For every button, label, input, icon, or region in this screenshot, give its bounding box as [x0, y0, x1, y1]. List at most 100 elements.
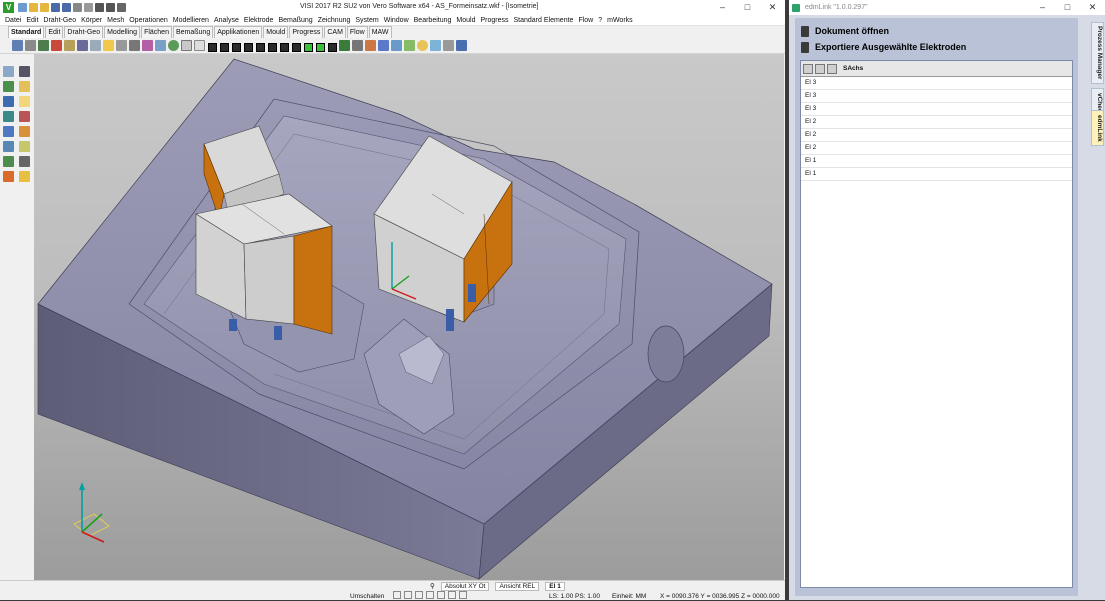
history-icon[interactable] [117, 3, 126, 12]
tab-flaechen[interactable]: Flächen [141, 26, 172, 38]
image-icon[interactable] [391, 40, 402, 51]
maximize-icon[interactable]: □ [735, 0, 760, 15]
tab-bemassung[interactable]: Bemaßung [172, 26, 214, 38]
menu-mworks[interactable]: mWorks [606, 15, 637, 25]
solid-cylinder-icon[interactable] [116, 40, 127, 51]
table-row[interactable]: El 2 [801, 116, 1072, 129]
zoom-icon[interactable] [181, 40, 192, 51]
tab-cam[interactable]: CAM [324, 26, 346, 38]
tab-flow[interactable]: Flow [346, 26, 368, 38]
view-iso2-icon[interactable] [291, 41, 301, 52]
print-icon[interactable] [73, 3, 82, 12]
stack-icon[interactable] [77, 40, 88, 51]
table-row[interactable]: El 2 [801, 129, 1072, 142]
coord-mode[interactable]: Absolut XY Ot [440, 581, 490, 591]
menu-system[interactable]: System [354, 15, 382, 25]
menu-datei[interactable]: Datei [4, 15, 25, 25]
tab-edmlink[interactable]: edmLink [1091, 110, 1104, 146]
picture-icon[interactable] [430, 40, 441, 51]
grid-toggle-icon[interactable] [415, 591, 423, 599]
menu-flow[interactable]: Flow [577, 15, 597, 25]
view-back-icon[interactable] [219, 41, 229, 52]
menu-operationen[interactable]: Operationen [128, 15, 172, 25]
edm-maximize-icon[interactable]: □ [1055, 0, 1080, 15]
group-icon[interactable] [142, 40, 153, 51]
menu-draht-geo[interactable]: Draht-Geo [42, 15, 80, 25]
options-icon[interactable] [404, 40, 415, 51]
table-row[interactable]: El 3 [801, 90, 1072, 103]
search-icon[interactable]: ⚲ [430, 582, 435, 590]
save-as-icon[interactable] [62, 3, 71, 12]
view-right-icon[interactable] [243, 41, 253, 52]
menu-analyse[interactable]: Analyse [213, 15, 243, 25]
close-icon[interactable]: ✕ [760, 0, 785, 15]
menu-modellieren[interactable]: Modellieren [172, 15, 213, 25]
tool-move-icon[interactable] [3, 111, 14, 122]
save-icon[interactable] [51, 3, 60, 12]
grid-icon[interactable] [194, 40, 205, 51]
tab-progress[interactable]: Progress [289, 26, 324, 38]
open-document-button[interactable]: Dokument öffnen [801, 24, 889, 38]
tab-modelling[interactable]: Modelling [104, 26, 141, 38]
tab-applikationen[interactable]: Applikationen [214, 26, 263, 38]
layer-toggle-icon[interactable] [448, 591, 456, 599]
tab-mould[interactable]: Mould [263, 26, 289, 38]
menu-zeichnung[interactable]: Zeichnung [317, 15, 355, 25]
view-top-icon[interactable] [255, 41, 265, 52]
undo-icon[interactable] [95, 3, 104, 12]
menu-mould[interactable]: Mould [455, 15, 479, 25]
open-folder-icon[interactable] [29, 3, 38, 12]
sheet-icon[interactable] [90, 40, 101, 51]
menu-elektrode[interactable]: Elektrode [243, 15, 278, 25]
tool-tree-icon[interactable] [3, 156, 14, 167]
filter-icon[interactable] [25, 40, 36, 51]
tool-copy-icon[interactable] [19, 141, 30, 152]
tab-prozess-manager[interactable]: Prozess Manager [1091, 22, 1104, 84]
axis-icon[interactable] [339, 40, 350, 51]
menu-koerper[interactable]: Körper [80, 15, 106, 25]
table-row[interactable]: El 1 [801, 168, 1072, 181]
minimize-icon[interactable]: – [710, 0, 735, 15]
export-electrodes-button[interactable]: Exportiere Ausgewählte Elektroden [801, 40, 966, 54]
tool-line-icon[interactable] [3, 66, 14, 77]
table-row[interactable]: El 1 [801, 155, 1072, 168]
column-sachs[interactable]: SAchs [843, 65, 863, 72]
menu-mesh[interactable]: Mesh [106, 15, 128, 25]
current-layer[interactable]: El 1 [545, 581, 565, 591]
tab-draht-geo[interactable]: Draht-Geo [64, 26, 104, 38]
tab-maw[interactable]: MAW [368, 26, 392, 38]
menu-bemassung[interactable]: Bemaßung [277, 15, 316, 25]
tool-rotate-icon[interactable] [3, 141, 14, 152]
menu-help[interactable]: ? [597, 15, 606, 25]
pick-icon[interactable] [437, 591, 445, 599]
tool-frame-icon[interactable] [19, 156, 30, 167]
snap-icon[interactable] [393, 591, 401, 599]
cylinder-icon[interactable] [64, 40, 75, 51]
edm-close-icon[interactable]: ✕ [1080, 0, 1105, 15]
menu-window[interactable]: Window [383, 15, 413, 25]
menu-progress[interactable]: Progress [479, 15, 512, 25]
header-refresh-icon[interactable] [827, 63, 837, 74]
3d-viewport[interactable] [34, 54, 784, 580]
table-row[interactable]: El 3 [801, 103, 1072, 116]
menu-edit[interactable]: Edit [25, 15, 42, 25]
tab-standard[interactable]: Standard [8, 26, 45, 38]
tool-paint-icon[interactable] [19, 126, 30, 137]
tab-edit[interactable]: Edit [45, 26, 64, 38]
view-bottom-icon[interactable] [267, 41, 277, 52]
palette-icon[interactable] [155, 40, 166, 51]
measure-icon[interactable] [352, 40, 363, 51]
wireframe-icon[interactable] [327, 41, 337, 52]
view-mode[interactable]: Ansicht REL [495, 581, 540, 591]
render-icon[interactable] [378, 40, 389, 51]
view-iso-icon[interactable] [279, 41, 289, 52]
globe-icon[interactable] [168, 40, 179, 51]
open-recent-icon[interactable] [40, 3, 49, 12]
tool-solid-icon[interactable] [3, 126, 14, 137]
tool-polyline-icon[interactable] [19, 81, 30, 92]
table-row[interactable]: El 2 [801, 142, 1072, 155]
cylinder-select-icon[interactable] [103, 40, 114, 51]
header-trash-icon[interactable] [815, 63, 825, 74]
header-link-icon[interactable] [803, 63, 813, 74]
tool-brush-icon[interactable] [19, 171, 30, 182]
